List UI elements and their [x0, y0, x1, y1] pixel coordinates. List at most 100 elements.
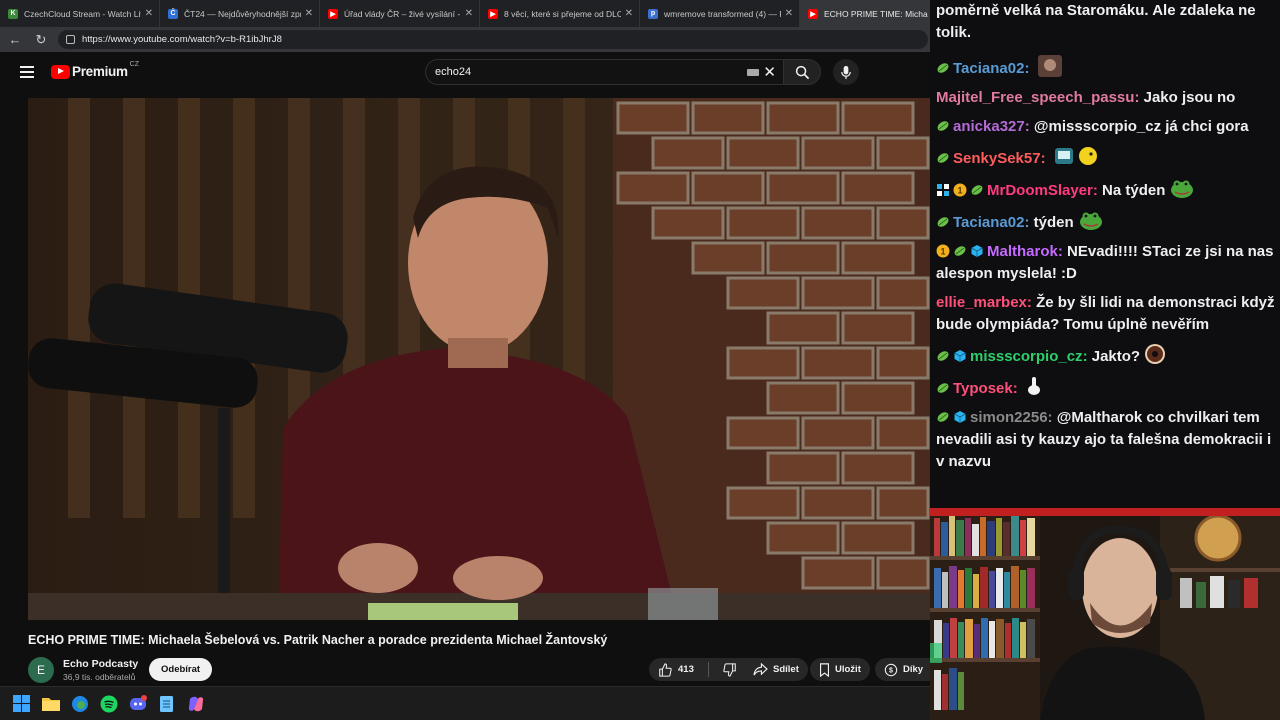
close-tab-icon[interactable]: ✕ — [625, 8, 633, 19]
hand-emote-icon[interactable] — [1026, 375, 1050, 395]
sub-badge-icon[interactable] — [936, 60, 950, 74]
voice-search-button[interactable] — [833, 59, 859, 85]
sub-badge-icon[interactable] — [936, 214, 950, 228]
chat-message-partial: poměrně velká na Staromáku. Ale zdaleka … — [936, 2, 1256, 41]
chat-username[interactable]: Maltharok — [987, 243, 1058, 260]
browser-tab[interactable]: p wmremove transformed (4) — Por ✕ — [640, 0, 800, 27]
close-tab-icon[interactable]: ✕ — [145, 8, 153, 19]
close-tab-icon[interactable]: ✕ — [305, 8, 313, 19]
browser-tab[interactable]: Č ČT24 — Nejdůvěryhodnější zpravo ✕ — [160, 0, 320, 27]
chat-username[interactable]: SenkySek57 — [953, 150, 1041, 167]
streamer-webcam — [930, 508, 1280, 720]
reload-icon[interactable]: ↻ — [30, 29, 52, 51]
close-tab-icon[interactable]: ✕ — [785, 8, 793, 19]
sub-badge-icon[interactable] — [936, 409, 950, 423]
sub-badge-icon[interactable] — [953, 243, 967, 257]
clear-search-icon[interactable]: ✕ — [763, 63, 776, 81]
bookmark-icon — [819, 662, 830, 677]
frog-emote-icon[interactable] — [1169, 177, 1194, 198]
chat-username[interactable]: simon2256 — [970, 409, 1048, 426]
sub-badge-icon[interactable] — [936, 380, 950, 394]
chat-username[interactable]: MrDoomSlayer — [987, 182, 1093, 199]
youtube-logo[interactable]: Premium CZ — [51, 61, 139, 79]
browser-tab[interactable]: K CzechCloud Stream - Watch Live o ✕ — [0, 0, 160, 27]
tab-favicon-icon: ▶ — [808, 8, 818, 19]
subscribe-button[interactable]: Odebírat — [149, 658, 213, 681]
sub-badge-icon[interactable] — [936, 118, 950, 132]
chat-message: 1 MrDoomSlayer: Na týden — [936, 177, 1276, 202]
channel-avatar[interactable]: E — [28, 657, 54, 683]
chat-separator: : — [1026, 294, 1037, 311]
chat-username[interactable]: Taciana02 — [953, 60, 1024, 77]
search-button[interactable] — [783, 59, 821, 85]
chat-message: SenkySek57: — [936, 145, 1276, 170]
tab-favicon-icon: Č — [168, 8, 178, 19]
chat-username[interactable]: Taciana02 — [953, 214, 1024, 231]
tab-favicon-icon: K — [8, 8, 18, 19]
windows-start-icon[interactable] — [12, 694, 31, 713]
face-emote-icon[interactable] — [1037, 55, 1062, 77]
like-button[interactable]: 413 — [649, 658, 703, 681]
share-button[interactable]: Sdílet — [744, 658, 808, 681]
thanks-button[interactable]: $ Díky — [875, 658, 933, 681]
thumbs-down-icon — [723, 662, 736, 677]
donut-emote-icon[interactable] — [1144, 343, 1168, 364]
browser-tab[interactable]: ▶ Úřad vlády ČR – živé vysílání - You ✕ — [320, 0, 480, 27]
chat-message: missscorpio_cz: Jakto? — [936, 343, 1276, 368]
spotify-icon[interactable] — [99, 694, 118, 713]
fish-emote-icon[interactable] — [1054, 145, 1102, 165]
tab-favicon-icon: ▶ — [488, 8, 498, 19]
edge-browser-icon[interactable] — [70, 694, 89, 713]
close-tab-icon[interactable]: ✕ — [465, 8, 473, 19]
cube-badge-icon[interactable] — [970, 243, 984, 257]
chat-separator: : — [1092, 182, 1103, 199]
browser-tab[interactable]: ▶ 8 věcí, které si přejeme od DLC pro ✕ — [480, 0, 640, 27]
hamburger-menu-icon[interactable] — [20, 66, 34, 78]
chat-username[interactable]: anicka327 — [953, 118, 1025, 135]
svg-text:$: $ — [889, 667, 893, 674]
back-icon[interactable]: ← — [4, 29, 26, 51]
browser-tab[interactable]: ▶ ECHO PRIME TIME: Micha — [800, 0, 930, 27]
site-info-icon[interactable] — [66, 35, 75, 44]
tab-favicon-icon: p — [648, 8, 658, 19]
channel-name[interactable]: Echo Podcasty — [63, 658, 138, 670]
address-bar[interactable]: https://www.youtube.com/watch?v=b-R1ibJh… — [58, 30, 928, 49]
tab-title: 8 věcí, které si přejeme od DLC pro — [504, 8, 621, 19]
chat-message: Majitel_Free_speech_passu: Jako jsou no — [936, 87, 1276, 109]
share-icon — [753, 663, 768, 676]
file-explorer-icon[interactable] — [41, 694, 60, 713]
sub-badge-icon[interactable] — [970, 182, 984, 196]
video-player[interactable] — [28, 98, 930, 620]
coin-badge-icon[interactable]: 1 — [936, 243, 950, 258]
cube-badge-icon[interactable] — [953, 348, 967, 362]
cube-badge-icon[interactable] — [953, 409, 967, 423]
chat-separator: : — [1040, 150, 1050, 167]
video-title: ECHO PRIME TIME: Michaela Šebelová vs. P… — [28, 633, 608, 647]
chat-username[interactable]: ellie_marbex — [936, 294, 1027, 311]
keyboard-icon[interactable] — [747, 69, 759, 76]
microphone-icon — [841, 65, 851, 79]
chat-username[interactable]: Majitel_Free_speech_passu — [936, 89, 1134, 106]
save-button[interactable]: Uložit — [810, 658, 870, 681]
search-input[interactable]: echo24 ✕ — [425, 59, 783, 85]
chat-username[interactable]: Typosek — [953, 380, 1013, 397]
copilot-icon[interactable] — [186, 694, 205, 713]
frog-emote-icon[interactable] — [1078, 209, 1102, 230]
logo-wordmark: Premium — [72, 64, 128, 79]
sub-badge-icon[interactable] — [936, 348, 950, 362]
channel-row: E Echo Podcasty 36,9 tis. odběratelů Ode… — [28, 656, 933, 686]
notepad-icon[interactable] — [157, 694, 176, 713]
youtube-play-icon — [51, 64, 70, 79]
tab-title: wmremove transformed (4) — Por — [664, 8, 781, 19]
sub-badge-icon[interactable] — [936, 150, 950, 164]
chat-username[interactable]: missscorpio_cz — [970, 348, 1083, 365]
dislike-button[interactable] — [714, 658, 746, 681]
chat-message: simon2256: @Maltharok co chvilkari tem n… — [936, 407, 1276, 473]
grid-badge-icon[interactable] — [936, 182, 950, 196]
url-text: https://www.youtube.com/watch?v=b-R1ibJh… — [82, 34, 282, 45]
browser-toolbar: ← ↻ https://www.youtube.com/watch?v=b-R1… — [0, 27, 930, 52]
coin-badge-icon[interactable]: 1 — [953, 182, 967, 197]
chat-separator: : — [1024, 60, 1034, 77]
youtube-page: Premium CZ echo24 ✕ ECHO PRIME TIME: Mic… — [0, 52, 933, 686]
discord-icon[interactable] — [128, 694, 147, 713]
